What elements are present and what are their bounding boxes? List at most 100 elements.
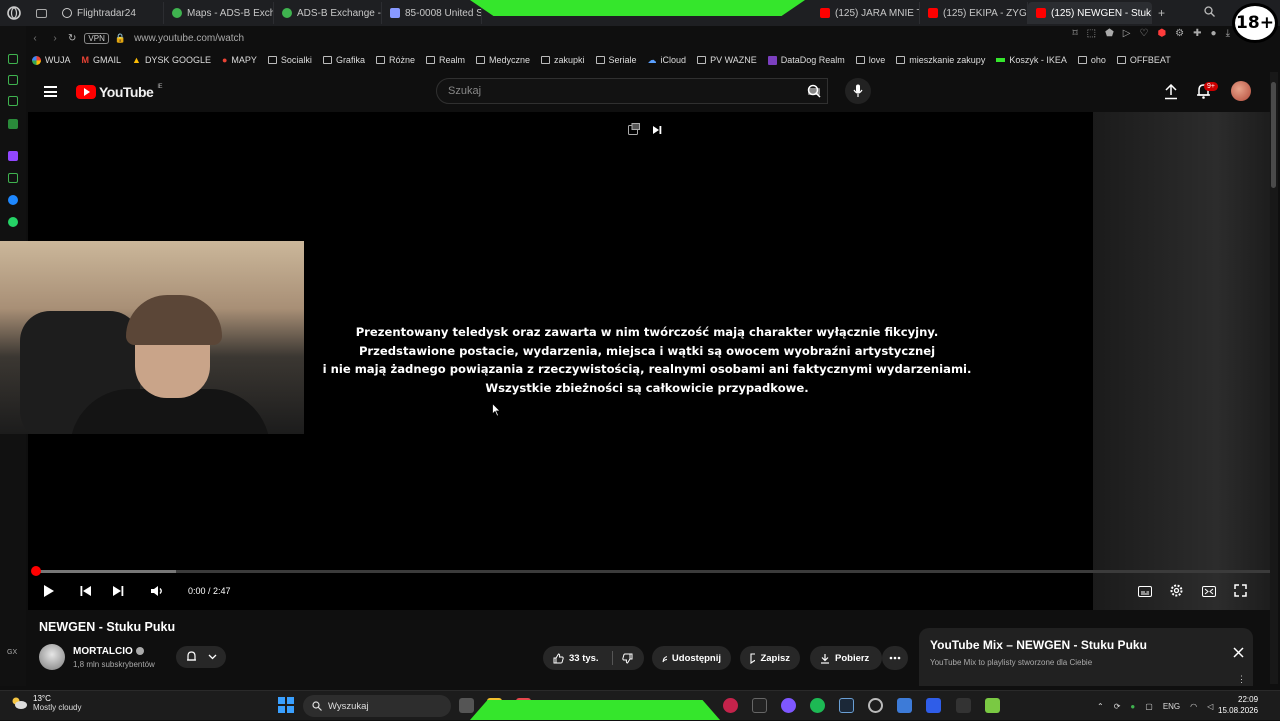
play-button[interactable] xyxy=(43,584,55,603)
messenger-icon[interactable] xyxy=(8,195,18,205)
language-indicator[interactable]: ENG xyxy=(1163,702,1180,711)
taskbar-search-input[interactable]: Wyszukaj xyxy=(303,695,451,717)
download-icon[interactable]: ⤓ xyxy=(1226,28,1230,39)
new-tab-button[interactable]: + xyxy=(1152,6,1171,20)
extension-icon[interactable]: ⚙ xyxy=(1175,28,1184,39)
screenshot-icon[interactable]: ⬚ xyxy=(1087,28,1096,39)
chevron-up-icon[interactable]: ⌃ xyxy=(1097,702,1104,711)
page-scrollbar[interactable] xyxy=(1270,72,1278,684)
voice-search-button[interactable] xyxy=(845,78,871,104)
tab-aircraft[interactable]: 85-0008 United Sta xyxy=(382,2,482,24)
gx-icon[interactable]: GX xyxy=(7,649,17,656)
bookmark-folder[interactable]: Socialki xyxy=(267,55,312,65)
network-icon[interactable]: ▢ xyxy=(1145,702,1153,711)
percent-icon[interactable] xyxy=(8,173,18,183)
settings-gear-icon[interactable] xyxy=(1170,584,1183,602)
channel-name[interactable]: MORTALCIO xyxy=(73,646,144,657)
speaker-icon[interactable]: ◁ xyxy=(1207,702,1213,711)
skip-next-top-icon[interactable] xyxy=(652,122,662,140)
bookmark-wuja[interactable]: WUJA xyxy=(32,55,71,65)
close-icon[interactable] xyxy=(1233,645,1244,663)
reload-icon[interactable]: ↻ xyxy=(68,33,76,44)
aria-icon[interactable] xyxy=(8,75,18,85)
youtube-logo[interactable]: YouTube IE xyxy=(76,84,162,100)
mix-more-icon[interactable]: ⋮ xyxy=(1237,674,1246,685)
bookmark-drive[interactable]: ▲ DYSK GOOGLE xyxy=(132,55,211,65)
task-view-icon[interactable] xyxy=(459,698,474,713)
scroll-thumb[interactable] xyxy=(1271,82,1276,188)
create-upload-icon[interactable] xyxy=(1164,83,1178,105)
tab-ekipa[interactable]: (125) EKIPA - ZYGZAK xyxy=(920,2,1028,24)
heart-icon[interactable]: ♡ xyxy=(1139,28,1148,39)
hamburger-menu-icon[interactable] xyxy=(44,86,57,97)
subtitles-icon[interactable] xyxy=(1138,584,1152,602)
opera-menu-icon[interactable] xyxy=(0,0,28,26)
save-button[interactable]: Zapisz xyxy=(740,646,800,670)
app-ring-icon[interactable] xyxy=(868,698,883,713)
user-avatar[interactable] xyxy=(1231,81,1251,101)
more-actions-button[interactable] xyxy=(882,646,908,670)
next-button[interactable] xyxy=(112,584,124,602)
tab-adsb-maps[interactable]: Maps - ADS-B Excha xyxy=(164,2,274,24)
app-green-icon[interactable] xyxy=(985,698,1000,713)
twitch-icon[interactable] xyxy=(8,151,18,161)
bookmark-folder[interactable]: love xyxy=(855,55,885,65)
share-button[interactable]: Udostępnij xyxy=(652,646,731,670)
tab-newgen[interactable]: (125) NEWGEN - Stuku Pu xyxy=(1028,2,1152,24)
theater-mode-icon[interactable] xyxy=(1202,584,1216,602)
previous-button[interactable] xyxy=(80,584,92,602)
bookmark-folder[interactable]: OFFBEAT xyxy=(1116,55,1171,65)
taskbar-clock[interactable]: 22:09 15.08.2026 xyxy=(1218,694,1258,716)
youtube-mix-panel[interactable]: YouTube Mix – NEWGEN - Stuku Puku YouTub… xyxy=(919,628,1253,686)
channel-avatar[interactable] xyxy=(39,644,65,670)
steam-icon[interactable] xyxy=(839,698,854,713)
bookmark-datadog[interactable]: DataDog Realm xyxy=(767,55,845,65)
spotify-icon[interactable] xyxy=(810,698,825,713)
bookmark-maps[interactable]: ● MAPY xyxy=(222,55,257,65)
tab-overview-icon[interactable] xyxy=(28,8,54,18)
bookmark-folder[interactable]: Grafika xyxy=(322,55,365,65)
app-blue-icon[interactable] xyxy=(926,698,941,713)
mic-tray-icon[interactable]: ● xyxy=(1130,702,1135,711)
search-tabs-icon[interactable] xyxy=(1204,6,1215,20)
volume-icon[interactable] xyxy=(150,584,164,602)
tab-jara-mnie[interactable]: (125) JARA MNIE TO xyxy=(812,2,920,24)
miniplayer-icon[interactable] xyxy=(628,122,640,140)
tab-flightradar[interactable]: Flightradar24 xyxy=(54,2,164,24)
progress-scrubber[interactable] xyxy=(31,566,41,576)
wallet-icon[interactable] xyxy=(8,96,18,106)
windows-start-icon[interactable] xyxy=(278,697,294,713)
search-button[interactable] xyxy=(798,78,830,104)
speed-dial-icon[interactable] xyxy=(8,54,18,64)
url-field[interactable]: www.youtube.com/watch xyxy=(134,33,244,44)
back-icon[interactable]: ‹ xyxy=(28,33,42,44)
whatsapp-icon[interactable] xyxy=(8,217,18,227)
progress-bar[interactable] xyxy=(36,570,1272,573)
bookmark-folder[interactable]: oho xyxy=(1077,55,1106,65)
bookmark-folder[interactable]: Realm xyxy=(425,55,465,65)
epic-games-icon[interactable] xyxy=(956,698,971,713)
thumbs-up-icon[interactable] xyxy=(553,652,564,664)
shield-icon[interactable]: ⬟ xyxy=(1105,28,1114,39)
sync-icon[interactable]: ⟳ xyxy=(1114,702,1121,711)
fullscreen-icon[interactable] xyxy=(1234,584,1247,602)
thumbs-down-icon[interactable] xyxy=(621,653,633,664)
tab-adsb-exchange[interactable]: ADS-B Exchange - tra xyxy=(274,2,382,24)
settings-taskbar-icon[interactable] xyxy=(897,698,912,713)
opera-gx-taskbar-icon[interactable] xyxy=(723,698,738,713)
download-button[interactable]: Pobierz xyxy=(810,646,882,670)
forward-icon[interactable]: › xyxy=(48,33,62,44)
bookmark-folder[interactable]: Seriale xyxy=(595,55,637,65)
maps-sidebar-icon[interactable] xyxy=(8,119,18,129)
bookmark-icon[interactable]: ⌑ xyxy=(1072,28,1077,39)
play-icon[interactable]: ▷ xyxy=(1123,28,1131,39)
bookmark-icloud[interactable]: ☁ iCloud xyxy=(648,55,687,66)
bookmark-gmail[interactable]: M GMAIL xyxy=(82,55,122,65)
puzzle-icon[interactable]: ✚ xyxy=(1193,28,1201,39)
bookmark-folder[interactable]: Medyczne xyxy=(475,55,530,65)
extension-red-icon[interactable]: ⬢ xyxy=(1157,28,1166,39)
wifi-icon[interactable]: ◠ xyxy=(1190,702,1197,711)
search-input[interactable]: Szukaj xyxy=(436,78,828,104)
weather-widget[interactable]: 13°C Mostly cloudy xyxy=(10,694,81,712)
terminal-icon[interactable] xyxy=(752,698,767,713)
